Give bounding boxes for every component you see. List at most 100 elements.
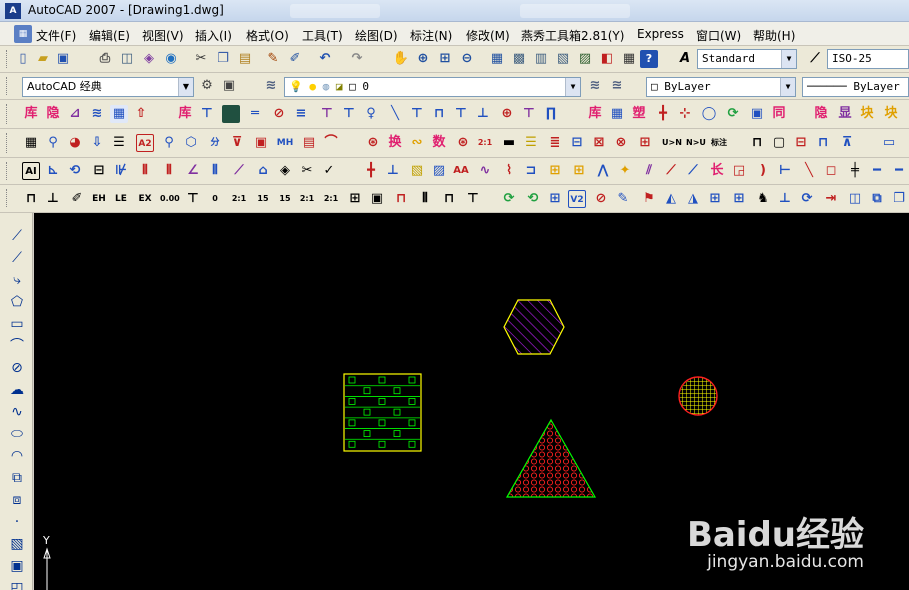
yanxiu-tower-icon[interactable]: ⊼ bbox=[838, 134, 856, 152]
yanxiu-arc-icon[interactable]: ⟳ bbox=[724, 105, 742, 123]
revision-cloud-icon[interactable]: ☁ bbox=[8, 381, 26, 399]
yanxiu-frame-icon[interactable]: ∏ bbox=[542, 105, 560, 123]
yanxiu-curve-icon[interactable]: ⌒ bbox=[322, 134, 340, 152]
yanxiu-text-box-icon[interactable]: ▢ bbox=[770, 134, 788, 152]
yanxiu-wave2-icon[interactable]: ∿ bbox=[476, 162, 494, 180]
yanxiu-cup-icon[interactable]: ⊽ bbox=[228, 134, 246, 152]
yanxiu-no-icon[interactable]: ⊘ bbox=[592, 190, 610, 208]
menu-dimension[interactable]: 标注(N) bbox=[410, 27, 452, 44]
yanxiu-stripes2-icon[interactable]: ⦀ bbox=[160, 162, 178, 180]
tool-palettes-icon[interactable]: ▥ bbox=[532, 50, 550, 68]
save-icon[interactable]: ▣ bbox=[54, 50, 72, 68]
menu-yanxiu-toolbox[interactable]: 燕秀工具箱2.81(Y) bbox=[521, 27, 624, 44]
yanxiu-stripe-icon[interactable]: ☰ bbox=[522, 134, 540, 152]
plot-preview-icon[interactable]: ◫ bbox=[118, 50, 136, 68]
menu-view[interactable]: 视图(V) bbox=[142, 27, 184, 44]
insert-block-icon[interactable]: ⧉ bbox=[8, 469, 26, 487]
yanxiu-wave-icon[interactable]: ∾ bbox=[408, 134, 426, 152]
yanxiu-diag-icon[interactable]: ⟋ bbox=[230, 162, 248, 180]
yanxiu-ruler-icon[interactable]: ⊟ bbox=[90, 162, 108, 180]
text-style-select[interactable]: Standard ▼ bbox=[697, 49, 797, 69]
yanxiu-zero-icon[interactable]: 0.00 bbox=[160, 190, 180, 208]
yanxiu-fork-icon[interactable]: ⊤ bbox=[464, 190, 482, 208]
yanxiu-scale2-icon[interactable]: 2:1 bbox=[230, 190, 248, 208]
yanxiu-eh-icon[interactable]: EH bbox=[90, 190, 108, 208]
layer-properties-icon[interactable]: ≋ bbox=[262, 77, 280, 95]
yanxiu-corner-icon[interactable]: ◻ bbox=[822, 162, 840, 180]
yanxiu-hide2-icon[interactable]: 隐 bbox=[812, 105, 830, 123]
yanxiu-angle-icon[interactable]: ∠ bbox=[184, 162, 202, 180]
copy-icon[interactable]: ❐ bbox=[214, 50, 232, 68]
yanxiu-lines-icon[interactable]: ⫽ bbox=[640, 162, 658, 180]
yanxiu-dim-icon[interactable]: ⇧ bbox=[132, 105, 150, 123]
yanxiu-unlock-icon[interactable]: ⊠ bbox=[590, 134, 608, 152]
yanxiu-table-icon[interactable]: ▦ bbox=[608, 105, 626, 123]
yanxiu-same-icon[interactable]: 同 bbox=[770, 105, 788, 123]
yanxiu-anchor-icon[interactable]: ⊥ bbox=[44, 190, 62, 208]
my-workspace-icon[interactable]: ▣ bbox=[220, 77, 238, 95]
yanxiu-swap-icon[interactable]: 换 bbox=[386, 134, 404, 152]
chevron-down-icon[interactable]: ▼ bbox=[565, 78, 580, 96]
menu-format[interactable]: 格式(O) bbox=[246, 27, 289, 44]
yanxiu-arc-box-icon[interactable]: ◲ bbox=[730, 162, 748, 180]
yanxiu-mirror-icon[interactable]: ◮ bbox=[684, 190, 702, 208]
yanxiu-parens-icon[interactable]: ) bbox=[754, 162, 772, 180]
yanxiu-measure-icon[interactable]: ▤ bbox=[300, 134, 318, 152]
yanxiu-cross-icon[interactable]: ╋ bbox=[654, 105, 672, 123]
linetype-select[interactable]: ────── ByLayer bbox=[802, 77, 909, 97]
yanxiu-insert-icon[interactable] bbox=[222, 105, 240, 123]
chevron-down-icon[interactable]: ▼ bbox=[781, 50, 796, 68]
yanxiu-aa-icon[interactable]: AA bbox=[452, 162, 470, 180]
yanxiu-brush-icon[interactable]: ✎ bbox=[614, 190, 632, 208]
yanxiu-house-icon[interactable]: ⌂ bbox=[254, 162, 272, 180]
yanxiu-stack-icon[interactable]: ⊟ bbox=[568, 134, 586, 152]
yanxiu-minus-icon[interactable]: ━ bbox=[868, 162, 886, 180]
open-folder-icon[interactable]: ▰ bbox=[34, 50, 52, 68]
yanxiu-nozzle-icon[interactable]: ⊤ bbox=[520, 105, 538, 123]
toolbar-grip[interactable] bbox=[6, 104, 9, 124]
gradient-icon[interactable]: ▣ bbox=[8, 557, 26, 575]
drawing-doc-icon[interactable]: ▦ bbox=[14, 25, 32, 43]
yanxiu-tool-icon[interactable]: ⊿ bbox=[66, 105, 84, 123]
dim-style-icon[interactable]: ⟋ bbox=[806, 50, 824, 68]
circle-icon[interactable]: ⊘ bbox=[8, 359, 26, 377]
yanxiu-circle-icon[interactable]: ◯ bbox=[700, 105, 718, 123]
yanxiu-fifteen-icon[interactable]: 15 bbox=[254, 190, 272, 208]
yanxiu-cooling-icon[interactable]: ⊘ bbox=[270, 105, 288, 123]
yanxiu-scale4-icon[interactable]: 2:1 bbox=[322, 190, 340, 208]
polyline-icon[interactable]: ⤷ bbox=[8, 271, 26, 289]
yanxiu-grid3-icon[interactable]: ⊞ bbox=[730, 190, 748, 208]
yanxiu-snap-icon[interactable]: ⊹ bbox=[676, 105, 694, 123]
circle-shape[interactable] bbox=[674, 373, 724, 423]
yanxiu-slant-icon[interactable]: ⟋ bbox=[662, 162, 680, 180]
calculator-icon[interactable]: ▦ bbox=[620, 50, 638, 68]
menu-help[interactable]: 帮助(H) bbox=[753, 27, 795, 44]
yanxiu-peak-icon[interactable]: ⋀ bbox=[594, 162, 612, 180]
yanxiu-net2-icon[interactable]: ⊞ bbox=[570, 162, 588, 180]
yanxiu-n2u-icon[interactable]: N>U bbox=[686, 134, 706, 152]
yanxiu-brace-icon[interactable]: ⊐ bbox=[522, 162, 540, 180]
yanxiu-guide-icon[interactable]: ⊓ bbox=[430, 105, 448, 123]
workspace-select[interactable]: AutoCAD 经典 ▼ bbox=[22, 77, 194, 97]
properties-icon[interactable]: ▦ bbox=[488, 50, 506, 68]
toolbar-grip[interactable] bbox=[6, 133, 9, 153]
yanxiu-split2-icon[interactable]: ⊞ bbox=[546, 190, 564, 208]
region-icon[interactable]: ◰ bbox=[8, 579, 26, 590]
cut-icon[interactable]: ✂ bbox=[192, 50, 210, 68]
paste-icon[interactable]: ▤ bbox=[236, 50, 254, 68]
yanxiu-tag-icon[interactable]: ⊗ bbox=[612, 134, 630, 152]
yanxiu-hatch-icon[interactable]: ▧ bbox=[408, 162, 426, 180]
menu-draw[interactable]: 绘图(D) bbox=[355, 27, 398, 44]
yanxiu-search-icon[interactable]: ⚲ bbox=[160, 134, 178, 152]
menu-file[interactable]: 文件(F) bbox=[36, 27, 76, 44]
yanxiu-frame2-icon[interactable]: ⊓ bbox=[22, 190, 40, 208]
markup-icon[interactable]: ▨ bbox=[576, 50, 594, 68]
toolbar-grip[interactable] bbox=[6, 77, 9, 95]
spline-icon[interactable]: ∿ bbox=[8, 403, 26, 421]
yanxiu-library-icon[interactable]: 库 bbox=[22, 105, 40, 123]
yanxiu-net-icon[interactable]: ⊞ bbox=[546, 162, 564, 180]
triangle-shape[interactable] bbox=[504, 413, 604, 503]
layer-previous-icon[interactable]: ≊ bbox=[608, 77, 626, 95]
yanxiu-bars-icon[interactable]: ≣ bbox=[546, 134, 564, 152]
yanxiu-bracket-icon[interactable]: ⊓ bbox=[748, 134, 766, 152]
